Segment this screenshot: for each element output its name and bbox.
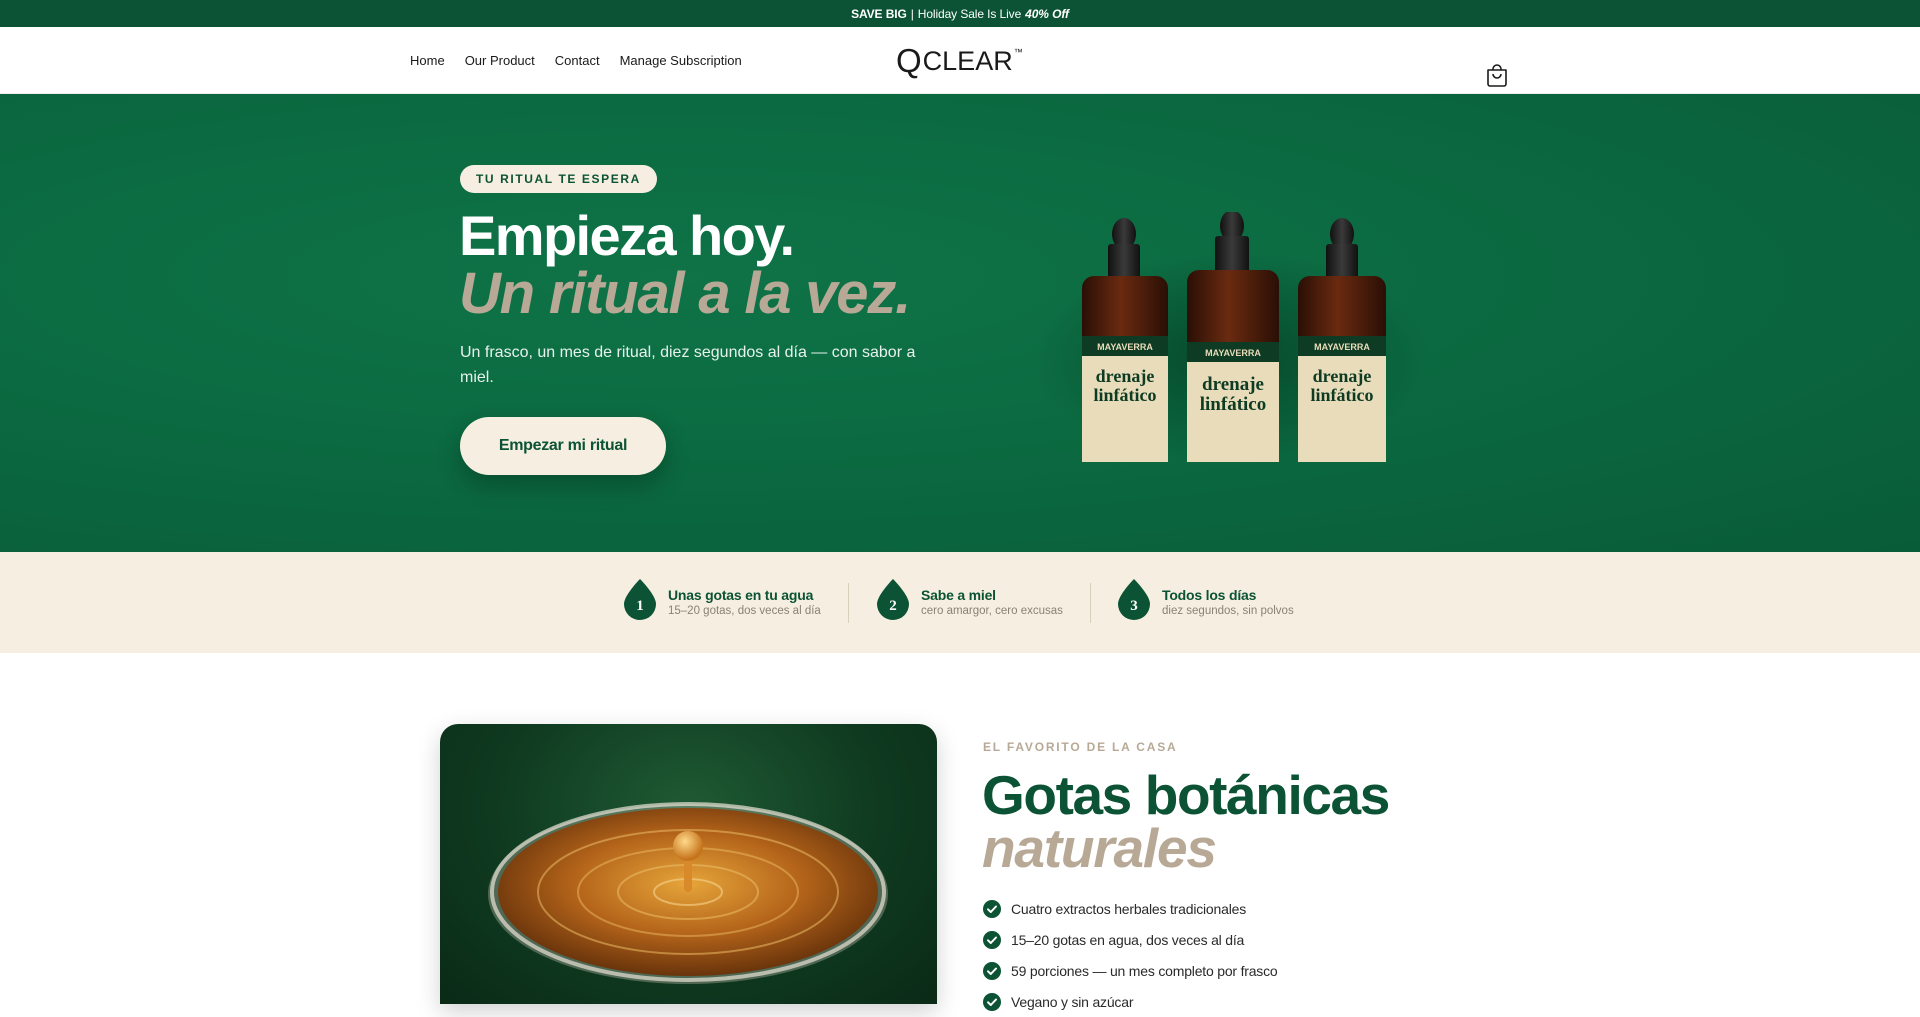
announcement-highlight: 40% Off: [1025, 6, 1069, 21]
logo-trademark: ™: [1013, 47, 1023, 57]
svg-text:2: 2: [889, 598, 897, 614]
hero-section: TU RITUAL TE ESPERA Empieza hoy. Un ritu…: [0, 94, 1920, 552]
feature-item: 59 porciones — un mes completo por frasc…: [983, 955, 1278, 986]
feature-text: 15–20 gotas en agua, dos veces al día: [1011, 931, 1245, 948]
logo-q: Q: [896, 42, 922, 79]
drop-number-icon: 1: [624, 579, 656, 620]
check-circle-icon: [983, 930, 1001, 949]
svg-text:drenaje: drenaje: [1096, 366, 1155, 386]
svg-text:3: 3: [1130, 598, 1138, 614]
svg-text:1: 1: [636, 598, 644, 614]
drop-number-icon: 2: [877, 579, 909, 620]
check-circle-icon: [983, 899, 1001, 918]
nav-our-product[interactable]: Our Product: [465, 53, 535, 68]
announcement-bold: SAVE BIG: [851, 6, 907, 21]
svg-text:MAYAVERRA: MAYAVERRA: [1097, 342, 1153, 352]
cart-button[interactable]: [1484, 62, 1510, 88]
feature-list: Cuatro extractos herbales tradicionales …: [983, 893, 1278, 1017]
hero-subtitle: Un frasco, un mes de ritual, diez segund…: [460, 344, 916, 386]
hero-pill: TU RITUAL TE ESPERA: [460, 165, 657, 193]
step-title: Unas gotas en tu agua: [668, 587, 814, 603]
announcement-separator: |: [910, 6, 914, 21]
product-title: Gotas botánicas: [982, 764, 1390, 826]
feature-text: Vegano y sin azúcar: [1011, 993, 1134, 1010]
step-divider: [848, 583, 849, 623]
hero-title-italic: Un ritual a la vez.: [459, 261, 911, 326]
step-3: 3 Todos los días diez segundos, sin polv…: [1116, 577, 1294, 621]
svg-text:drenaje: drenaje: [1313, 366, 1372, 386]
step-subtitle: 15–20 gotas, dos veces al día: [668, 605, 821, 617]
svg-text:drenaje: drenaje: [1202, 374, 1264, 395]
bottle-center: MAYAVERRA drenaje linfático: [1187, 212, 1279, 462]
feature-text: Cuatro extractos herbales tradicionales: [1011, 900, 1246, 917]
announcement-text: Holiday Sale Is Live: [917, 6, 1022, 21]
svg-text:linfático: linfático: [1094, 385, 1157, 405]
svg-text:MAYAVERRA: MAYAVERRA: [1314, 342, 1370, 352]
svg-text:linfático: linfático: [1200, 394, 1267, 415]
shopping-bag-icon: [1487, 64, 1507, 87]
start-ritual-button[interactable]: Empezar mi ritual: [460, 417, 666, 475]
product-title-italic: naturales: [982, 817, 1217, 879]
feature-text: 59 porciones — un mes completo por frasc…: [1011, 962, 1278, 979]
announcement-bar: SAVE BIG | Holiday Sale Is Live 40% Off: [0, 0, 1920, 27]
honey-drop-photo: [440, 724, 937, 1004]
step-subtitle: diez segundos, sin polvos: [1162, 605, 1294, 617]
feature-item: Cuatro extractos herbales tradicionales: [983, 893, 1278, 924]
logo-text: CLEAR: [922, 45, 1013, 76]
drop-number-icon: 3: [1118, 579, 1150, 620]
product-bottles-image: MAYAVERRA drenaje linfático MAYAVERRA dr…: [1030, 212, 1430, 462]
feature-item: 15–20 gotas en agua, dos veces al día: [983, 924, 1278, 955]
nav-manage-subscription[interactable]: Manage Subscription: [620, 53, 742, 68]
site-header: Home Our Product Contact Manage Subscrip…: [0, 27, 1920, 94]
brand-logo[interactable]: Q CLEAR ™: [896, 42, 1023, 79]
step-divider: [1090, 583, 1091, 623]
hero-title: Empieza hoy.: [459, 204, 795, 267]
main-nav: Home Our Product Contact Manage Subscrip…: [410, 27, 742, 94]
honey-bowl-image: [488, 802, 888, 984]
step-1: 1 Unas gotas en tu agua 15–20 gotas, dos…: [622, 577, 821, 621]
steps-band: 1 Unas gotas en tu agua 15–20 gotas, dos…: [0, 552, 1920, 653]
check-circle-icon: [983, 992, 1001, 1011]
svg-text:MAYAVERRA: MAYAVERRA: [1205, 348, 1261, 358]
section-eyebrow: EL FAVORITO DE LA CASA: [983, 740, 1178, 754]
nav-home[interactable]: Home: [410, 53, 445, 68]
svg-text:linfático: linfático: [1311, 385, 1374, 405]
step-title: Todos los días: [1162, 587, 1257, 603]
feature-item: Vegano y sin azúcar: [983, 986, 1278, 1017]
step-title: Sabe a miel: [921, 587, 996, 603]
nav-contact[interactable]: Contact: [555, 53, 600, 68]
step-subtitle: cero amargor, cero excusas: [921, 605, 1063, 617]
step-2: 2 Sabe a miel cero amargor, cero excusas: [875, 577, 1063, 621]
check-circle-icon: [983, 961, 1001, 980]
